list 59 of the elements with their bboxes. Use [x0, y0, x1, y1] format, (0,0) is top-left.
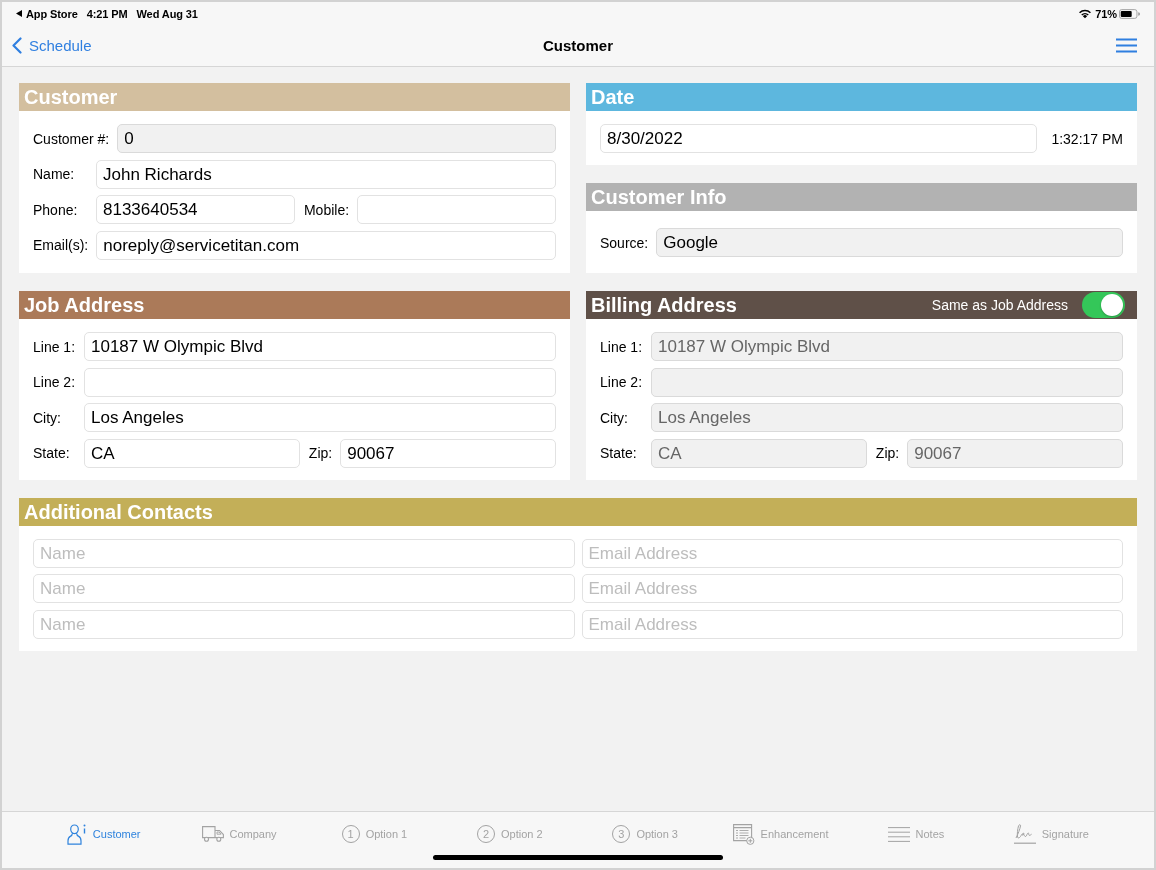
- back-triangle-icon[interactable]: [16, 10, 22, 17]
- time-text: 1:32:17 PM: [1051, 130, 1123, 147]
- field-label: Source:: [600, 234, 649, 251]
- field-label: Line 2:: [600, 374, 643, 390]
- back-button[interactable]: Schedule: [12, 37, 92, 54]
- input-field[interactable]: [84, 367, 556, 397]
- battery-icon: [1119, 8, 1140, 19]
- field-label: Mobile:: [303, 201, 350, 218]
- chevron-left-icon: [12, 37, 22, 54]
- input-field[interactable]: Los Angeles: [651, 403, 1123, 432]
- section-header: Customer Info: [586, 183, 1137, 211]
- input-field[interactable]: Los Angeles: [84, 403, 556, 432]
- input-field[interactable]: CA: [651, 438, 867, 468]
- section-header: Date: [586, 83, 1137, 111]
- person-info-icon: [66, 823, 87, 845]
- input-field[interactable]: 0: [117, 124, 556, 153]
- truck-icon: [201, 826, 224, 842]
- input-field[interactable]: 10187 W Olympic Blvd: [651, 332, 1123, 361]
- lines-icon: [887, 826, 910, 842]
- field-label: State:: [33, 445, 71, 461]
- input-field[interactable]: [357, 195, 556, 224]
- section-header: Customer: [19, 83, 570, 111]
- signature-icon: [1013, 824, 1036, 844]
- input-field[interactable]: 10187 W Olympic Blvd: [84, 332, 556, 361]
- battery-percent: 71%: [1095, 7, 1117, 20]
- field-label: Email(s):: [33, 237, 89, 253]
- date-field[interactable]: 8/30/2022: [600, 124, 1038, 153]
- section-header: Billing Address: [591, 293, 737, 318]
- field-label: Line 2:: [33, 374, 76, 390]
- field-label: Line 1:: [33, 338, 76, 355]
- field-label: State:: [600, 445, 638, 461]
- status-date: Wed Aug 31: [136, 7, 198, 20]
- toggle-label: Same as Job Address: [931, 296, 1068, 314]
- input-field[interactable]: John Richards: [96, 159, 556, 189]
- field-label: Zip:: [308, 445, 333, 461]
- field-label: Line 1:: [600, 338, 643, 355]
- back-app-link[interactable]: App Store: [26, 7, 78, 20]
- input-field[interactable]: noreply@servicetitan.com: [96, 230, 556, 260]
- input-field[interactable]: 90067: [340, 438, 556, 468]
- section-header: Additional Contacts: [19, 497, 1137, 526]
- input-field[interactable]: 8133640534: [96, 195, 295, 224]
- input-field[interactable]: [651, 367, 1123, 397]
- input-field[interactable]: Google: [656, 228, 1123, 257]
- input-field[interactable]: CA: [84, 438, 300, 468]
- field-label: Name:: [33, 166, 76, 182]
- field-label: City:: [600, 409, 629, 426]
- field-label: Zip:: [875, 445, 900, 461]
- field-label: City:: [33, 409, 62, 426]
- input-field[interactable]: 90067: [907, 438, 1123, 468]
- document-plus-icon: [732, 823, 755, 845]
- tab-bar-item[interactable]: Customer: [66, 823, 141, 845]
- wifi-icon: [1078, 8, 1093, 19]
- section-header: Job Address: [19, 291, 570, 319]
- status-time: 4:21 PM: [86, 7, 128, 20]
- menu-icon[interactable]: [1116, 38, 1137, 53]
- nav-title: Customer: [543, 37, 613, 54]
- field-label: Phone:: [33, 201, 79, 218]
- toggle-switch[interactable]: [1082, 292, 1125, 318]
- field-label: Customer #:: [33, 130, 110, 147]
